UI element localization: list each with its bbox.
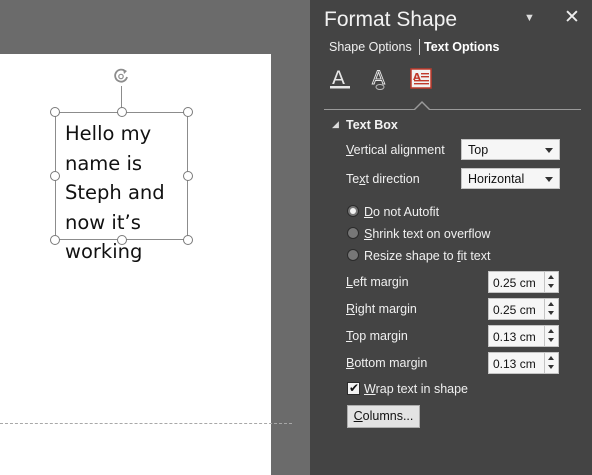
panel-options-chevron-icon[interactable]: ▼ — [524, 12, 535, 24]
bottom-margin-label: Bottom margin — [346, 356, 428, 370]
rotate-handle-stem — [121, 86, 122, 108]
vertical-alignment-label: Vertical alignment — [346, 143, 445, 157]
slide-guide-line — [0, 423, 292, 424]
rotate-handle-icon[interactable] — [111, 66, 131, 86]
vertical-alignment-dropdown[interactable]: Top — [461, 139, 560, 160]
svg-text:A: A — [332, 67, 345, 89]
textbox-content[interactable]: Hello my name is Steph and now it’s work… — [65, 119, 185, 267]
spin-down-icon[interactable] — [548, 284, 554, 288]
resize-handle-bottom-right[interactable] — [183, 235, 193, 245]
spin-up-icon[interactable] — [548, 275, 554, 279]
left-margin-spinner[interactable]: 0.25 cm — [488, 271, 559, 293]
text-direction-label: Text direction — [346, 172, 420, 186]
resize-handle-top[interactable] — [117, 107, 127, 117]
section-text-box[interactable]: Text Box — [346, 118, 398, 132]
resize-handle-left[interactable] — [50, 171, 60, 181]
left-margin-label: Left margin — [346, 275, 409, 289]
spinner-buttons[interactable] — [544, 272, 558, 292]
radio-shrink-text-on-overflow[interactable] — [347, 227, 359, 239]
textbox-icon[interactable]: A — [410, 67, 432, 91]
right-margin-value[interactable]: 0.25 cm — [493, 303, 536, 317]
radio-resize-shape-to-fit-text[interactable] — [347, 249, 359, 261]
resize-handle-bottom[interactable] — [117, 235, 127, 245]
text-fill-outline-icon[interactable]: A — [329, 67, 351, 91]
spin-up-icon[interactable] — [548, 356, 554, 360]
spin-up-icon[interactable] — [548, 329, 554, 333]
right-margin-label: Right margin — [346, 302, 417, 316]
format-shape-panel: Format Shape ▼ ✕ Shape Options Text Opti… — [310, 0, 592, 475]
spin-down-icon[interactable] — [548, 365, 554, 369]
spinner-buttons[interactable] — [544, 353, 558, 373]
text-direction-value: Horizontal — [468, 172, 525, 186]
radio-label-resize-shape-to-fit-text[interactable]: Resize shape to fit text — [364, 249, 490, 263]
resize-handle-bottom-left[interactable] — [50, 235, 60, 245]
slide-workspace: Hello my name is Steph and now it’s work… — [0, 0, 310, 475]
active-icon-indicator-inner — [415, 103, 429, 110]
columns-button[interactable]: Columns... — [347, 405, 420, 428]
chevron-down-icon — [545, 148, 553, 153]
top-margin-value[interactable]: 0.13 cm — [493, 330, 536, 344]
radio-label-shrink-text-on-overflow[interactable]: Shrink text on overflow — [364, 227, 490, 241]
bottom-margin-spinner[interactable]: 0.13 cm — [488, 352, 559, 374]
panel-title: Format Shape — [324, 8, 458, 31]
spinner-buttons[interactable] — [544, 326, 558, 346]
icon-tab-divider — [324, 109, 581, 110]
spin-down-icon[interactable] — [548, 311, 554, 315]
wrap-text-checkbox[interactable]: ✔ — [347, 381, 360, 395]
resize-handle-top-left[interactable] — [50, 107, 60, 117]
wrap-text-label[interactable]: Wrap text in shape — [364, 382, 468, 396]
spin-down-icon[interactable] — [548, 338, 554, 342]
tab-shape-options[interactable]: Shape Options — [329, 40, 412, 54]
tab-text-options[interactable]: Text Options — [424, 40, 499, 54]
close-icon[interactable]: ✕ — [564, 6, 580, 29]
top-margin-spinner[interactable]: 0.13 cm — [488, 325, 559, 347]
top-margin-label: Top margin — [346, 329, 408, 343]
text-effects-icon[interactable]: A — [369, 67, 391, 91]
spinner-buttons[interactable] — [544, 299, 558, 319]
chevron-down-icon — [545, 177, 553, 182]
checkmark-icon: ✔ — [349, 381, 360, 395]
collapse-caret-icon[interactable]: ◢ — [332, 119, 339, 130]
left-margin-value[interactable]: 0.25 cm — [493, 276, 536, 290]
vertical-alignment-value: Top — [468, 143, 489, 157]
radio-do-not-autofit[interactable] — [347, 205, 359, 217]
bottom-margin-value[interactable]: 0.13 cm — [493, 357, 536, 371]
resize-handle-right[interactable] — [183, 171, 193, 181]
radio-label-do-not-autofit[interactable]: Do not Autofit — [364, 205, 439, 219]
resize-handle-top-right[interactable] — [183, 107, 193, 117]
tab-separator — [419, 39, 420, 55]
spin-up-icon[interactable] — [548, 302, 554, 306]
text-direction-dropdown[interactable]: Horizontal — [461, 168, 560, 189]
right-margin-spinner[interactable]: 0.25 cm — [488, 298, 559, 320]
